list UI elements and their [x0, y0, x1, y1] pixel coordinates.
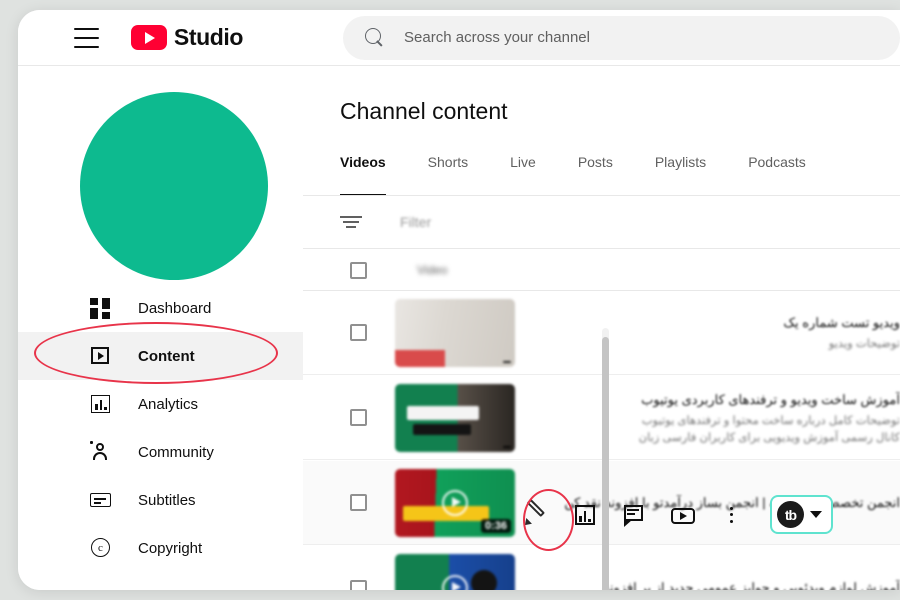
hamburger-menu-icon[interactable] [74, 27, 99, 48]
tab-videos[interactable]: Videos [340, 150, 386, 196]
sidebar-item-label: Analytics [138, 395, 199, 413]
comment-icon[interactable] [621, 502, 647, 528]
row-checkbox[interactable] [350, 579, 367, 590]
community-icon [90, 441, 112, 463]
sidebar-item-community[interactable]: Community [18, 428, 303, 476]
video-description: توضیحات ویدیو [828, 338, 900, 350]
select-all-checkbox[interactable] [350, 261, 367, 279]
analytics-icon [90, 393, 112, 415]
pencil-icon[interactable] [522, 498, 549, 528]
kebab-menu-icon[interactable] [719, 502, 745, 528]
copyright-icon: c [90, 537, 112, 559]
sidebar-item-content[interactable]: Content [18, 332, 303, 380]
video-description-line2: کانال رسمی آموزش ویدیویی برای کاربران فا… [638, 431, 900, 444]
sidebar-item-label: Content [138, 347, 195, 365]
channel-avatar[interactable] [80, 92, 268, 280]
sidebar-item-label: Dashboard [138, 299, 212, 317]
tab-posts[interactable]: Posts [578, 150, 613, 196]
video-thumbnail[interactable] [395, 383, 515, 452]
tubebuddy-logo: tb [777, 501, 804, 528]
content-tabs: Videos Shorts Live Posts Playlists Podca… [340, 150, 880, 196]
tubebuddy-badge[interactable]: tb [770, 495, 833, 534]
video-duration [503, 360, 511, 363]
video-meta: آموزش لوازم ویدئویی و جوایز عمومی جدید ا… [541, 580, 900, 590]
page-title: Channel content [340, 98, 508, 124]
sidebar: Dashboard Content Analytics Community Su… [18, 66, 303, 590]
row-checkbox[interactable] [350, 409, 367, 426]
video-thumbnail[interactable]: 0:36 [395, 468, 515, 537]
hamburger-line [74, 36, 99, 39]
search-icon [365, 28, 384, 47]
table-header: Video [303, 249, 900, 291]
sidebar-item-label: Community [138, 443, 214, 461]
sidebar-item-copyright[interactable]: c Copyright [18, 524, 303, 572]
tab-live[interactable]: Live [510, 150, 536, 196]
youtube-play-icon [130, 25, 167, 50]
content-icon [90, 345, 112, 367]
sidebar-item-label: Subtitles [138, 491, 196, 509]
studio-window: Studio Search across your channel Dashbo… [18, 10, 900, 590]
filter-bar: Filter [303, 196, 900, 248]
row-checkbox[interactable] [350, 324, 367, 341]
video-duration: 0:36 [480, 518, 511, 533]
search-placeholder: Search across your channel [404, 29, 590, 46]
sidebar-item-subtitles[interactable]: Subtitles [18, 476, 303, 524]
sidebar-item-analytics[interactable]: Analytics [18, 380, 303, 428]
dashboard-icon [90, 297, 112, 319]
column-header-video: Video [417, 263, 448, 277]
content-scrollbar-thumb[interactable] [602, 337, 609, 590]
video-duration [503, 445, 511, 448]
play-overlay-icon [442, 489, 468, 516]
video-title[interactable]: آموزش لوازم ویدئویی و جوایز عمومی جدید ا… [541, 580, 900, 590]
top-bar: Studio Search across your channel [18, 10, 900, 66]
video-thumbnail[interactable] [395, 298, 515, 367]
sidebar-item-label: Copyright [138, 539, 203, 557]
video-description: توضیحات کامل درباره ساخت محتوا و ترفندها… [641, 414, 900, 427]
video-title[interactable]: آموزش ساخت ویدیو و ترفندهای کاربردی یوتی… [541, 392, 900, 408]
row-action-bar: tb [522, 495, 833, 534]
chevron-down-icon[interactable] [810, 511, 822, 518]
video-meta: ویدیو تست شماره یک توضیحات ویدیو [541, 315, 900, 350]
player-icon[interactable] [670, 502, 696, 528]
search-input[interactable]: Search across your channel [343, 15, 900, 60]
brand-label: Studio [173, 24, 244, 50]
video-meta: آموزش ساخت ویدیو و ترفندهای کاربردی یوتی… [541, 392, 900, 444]
hamburger-line [74, 45, 99, 48]
filter-input[interactable]: Filter [400, 214, 431, 230]
filter-icon[interactable] [340, 215, 362, 229]
hamburger-line [74, 27, 99, 30]
play-overlay-icon [442, 575, 468, 590]
sidebar-nav: Dashboard Content Analytics Community Su… [18, 284, 303, 572]
tab-playlists[interactable]: Playlists [655, 150, 706, 196]
subtitles-icon [90, 489, 112, 511]
video-title[interactable]: ویدیو تست شماره یک [541, 315, 900, 331]
studio-logo[interactable]: Studio [130, 24, 244, 51]
video-thumbnail[interactable] [395, 554, 515, 590]
tab-podcasts[interactable]: Podcasts [748, 150, 806, 196]
sidebar-item-dashboard[interactable]: Dashboard [18, 284, 303, 332]
tab-shorts[interactable]: Shorts [428, 150, 468, 196]
bar-chart-icon[interactable] [572, 502, 598, 528]
row-checkbox[interactable] [350, 494, 367, 511]
